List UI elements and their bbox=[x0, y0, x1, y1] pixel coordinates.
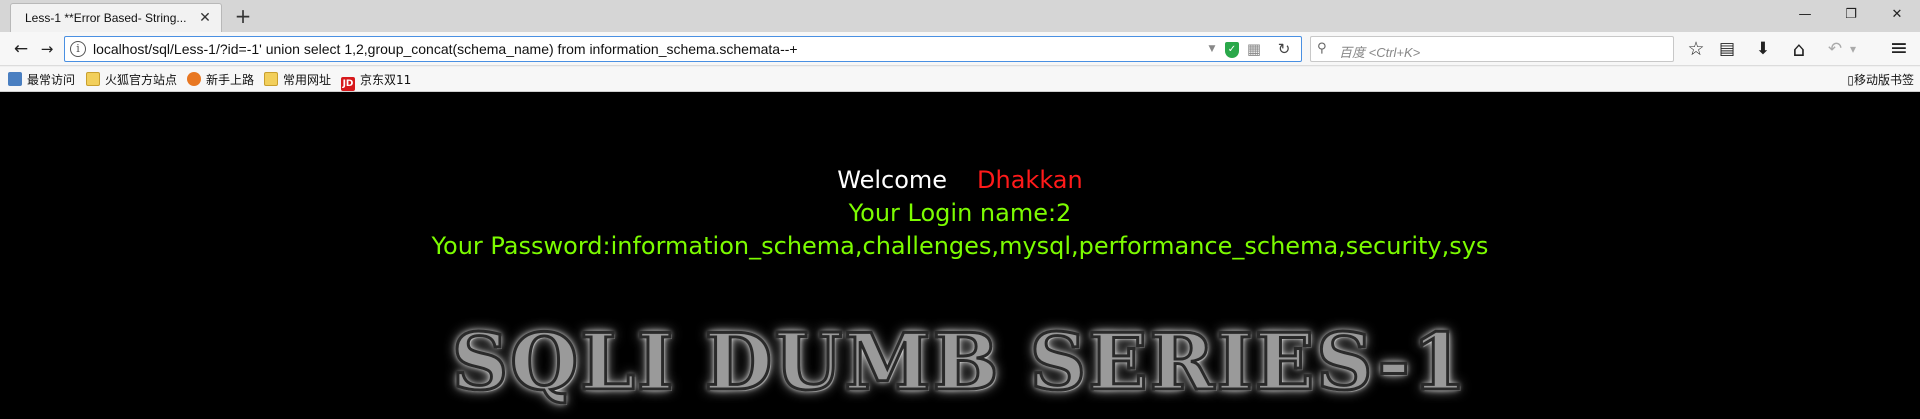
minimize-button[interactable]: — bbox=[1790, 4, 1820, 26]
bookmark-label: 京东双11 bbox=[360, 73, 412, 87]
jd-icon: JD bbox=[341, 77, 355, 91]
tab-title: Less-1 **Error Based- String... bbox=[25, 11, 187, 25]
bookmark-jd[interactable]: JD 京东双11 bbox=[341, 71, 412, 91]
bookmark-common-sites[interactable]: 常用网址 bbox=[264, 71, 331, 89]
mobile-bookmarks[interactable]: ▯移动版书签 bbox=[1847, 71, 1914, 89]
gear-icon bbox=[8, 72, 22, 86]
password-line: Your Password:information_schema,challen… bbox=[431, 232, 1489, 260]
back-icon[interactable]: ← bbox=[8, 37, 34, 61]
close-window-button[interactable]: ✕ bbox=[1882, 4, 1912, 26]
bookmark-label: 最常访问 bbox=[27, 73, 76, 87]
bookmark-label: 常用网址 bbox=[283, 73, 332, 87]
bookmark-firefox-official[interactable]: 火狐官方站点 bbox=[86, 71, 177, 89]
search-placeholder: 百度 <Ctrl+K> bbox=[1339, 45, 1421, 60]
maximize-button[interactable]: ❐ bbox=[1836, 4, 1866, 26]
reading-list-icon[interactable]: ▤ bbox=[1714, 37, 1740, 61]
tab-active[interactable]: Less-1 **Error Based- String... ✕ bbox=[10, 3, 222, 32]
folder-icon bbox=[86, 72, 100, 86]
welcome-line: Welcome Dhakkan bbox=[0, 164, 1920, 197]
bookmark-label: 火狐官方站点 bbox=[105, 73, 178, 87]
undo-icon[interactable]: ↶ bbox=[1822, 37, 1848, 61]
reload-icon[interactable]: ↻ bbox=[1275, 40, 1293, 58]
result-lines: Welcome Dhakkan Your Login name:2 Your Pa… bbox=[0, 164, 1920, 263]
navigation-bar: ← → i localhost/sql/Less-1/?id=-1' union… bbox=[0, 32, 1920, 66]
series-logo: SQLI DUMB SERIES-1 bbox=[450, 316, 1469, 410]
bookmark-star-icon[interactable]: ☆ bbox=[1683, 37, 1709, 61]
undo-menu-icon[interactable]: ▾ bbox=[1846, 37, 1860, 61]
mobile-icon: ▯ bbox=[1847, 73, 1854, 87]
info-icon[interactable]: i bbox=[70, 41, 86, 57]
search-box[interactable]: ⚲ 百度 <Ctrl+K> bbox=[1310, 36, 1674, 62]
qr-code-icon[interactable]: ▦ bbox=[1245, 40, 1263, 58]
tab-close-icon[interactable]: ✕ bbox=[197, 10, 213, 26]
folder-icon bbox=[264, 72, 278, 86]
url-input[interactable]: localhost/sql/Less-1/?id=-1' union selec… bbox=[93, 41, 798, 57]
menu-icon[interactable]: ≡ bbox=[1886, 37, 1912, 61]
bookmark-getting-started[interactable]: 新手上路 bbox=[187, 71, 254, 89]
browser-chrome: Less-1 **Error Based- String... ✕ + — ❐ … bbox=[0, 0, 1920, 92]
welcome-text: Welcome bbox=[837, 166, 948, 194]
download-icon[interactable]: ⬇ bbox=[1750, 37, 1776, 61]
search-icon: ⚲ bbox=[1317, 41, 1327, 56]
shield-icon[interactable]: ✓ bbox=[1225, 42, 1239, 58]
page-content: Welcome Dhakkan Your Login name:2 Your Pa… bbox=[0, 92, 1920, 419]
user-name: Dhakkan bbox=[977, 166, 1083, 194]
bookmarks-bar: 最常访问 火狐官方站点 新手上路 常用网址 JD 京东双11 ▯移动版书签 bbox=[0, 67, 1920, 92]
dropdown-icon[interactable]: ▼ bbox=[1203, 40, 1221, 58]
login-name-line: Your Login name:2 bbox=[848, 199, 1072, 227]
bookmark-label: 新手上路 bbox=[206, 73, 255, 87]
bookmark-most-visited[interactable]: 最常访问 bbox=[8, 71, 75, 89]
mobile-bookmarks-label: 移动版书签 bbox=[1853, 73, 1914, 87]
new-tab-button[interactable]: + bbox=[232, 5, 254, 27]
tab-strip: Less-1 **Error Based- String... ✕ + — ❐ … bbox=[0, 0, 1920, 32]
firefox-icon bbox=[187, 72, 201, 86]
home-icon[interactable]: ⌂ bbox=[1786, 37, 1812, 61]
address-bar[interactable]: i localhost/sql/Less-1/?id=-1' union sel… bbox=[64, 36, 1302, 62]
forward-icon[interactable]: → bbox=[34, 37, 60, 61]
